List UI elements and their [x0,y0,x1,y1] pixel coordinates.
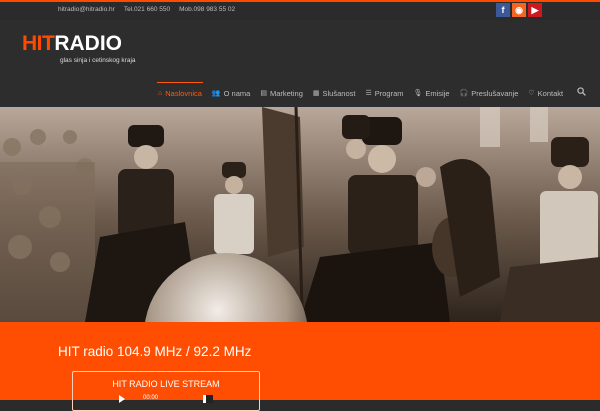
player-title: HIT RADIO LIVE STREAM [112,379,220,389]
nav-label: Kontakt [537,88,564,98]
nav-label: Preslušavanje [471,88,519,98]
youtube-icon[interactable]: ▶ [528,3,542,17]
nav-label: Slušanost [322,88,356,98]
frequency-text: HIT radio 104.9 MHz / 92.2 MHz [58,344,252,359]
users-icon: 👥 [211,90,221,97]
nav-item-program[interactable]: ☰ Program [360,86,408,100]
stream-strip: HIT radio 104.9 MHz / 92.2 MHz HIT RADIO… [0,322,600,411]
headphones-icon: 🎧 [459,90,469,97]
contact-info: hitradio@hitradio.hr Tel.021 660 550 Mob… [58,6,235,13]
logo-radio: RADIO [54,32,122,55]
nav-item-preslusavanje[interactable]: 🎧 Preslušavanje [455,86,524,100]
microphone-icon: 🎙 [413,90,423,97]
social-links: f ◉ ▶ [496,3,542,17]
site-logo[interactable]: HITRADIO glas sinja i cetinskog kraja [22,32,136,64]
facebook-icon[interactable]: f [496,3,510,17]
home-icon: ⌂ [158,89,163,97]
logo-hit: HIT [22,32,55,55]
nav-item-emisije[interactable]: 🎙 Emisije [409,86,455,100]
nav-label: Marketing [269,88,303,98]
nav-item-naslovnica[interactable]: ⌂ Naslovnica [153,82,207,100]
hero-image [0,107,600,322]
nav-item-o-nama[interactable]: 👥 O nama [207,86,255,100]
nav-label: Naslovnica [165,88,202,98]
chart-icon: ▦ [312,90,320,97]
nav-item-kontakt[interactable]: ♡ Kontakt [523,86,568,100]
phone-text: Tel.021 660 550 [123,6,171,13]
heart-icon: ♡ [528,90,535,97]
mobile-text: Mob.098 983 55 02 [179,6,236,13]
main-nav: ⌂ Naslovnica 👥 O nama ▤ Marketing ▦ Slušanos… [153,82,568,100]
list-icon: ☰ [365,90,372,97]
site-header: HITRADIO glas sinja i cetinskog kraja ⌂ N… [0,20,600,107]
nav-item-marketing[interactable]: ▤ Marketing [255,86,308,100]
email-text: hitradio@hitradio.hr [58,6,115,13]
rss-icon[interactable]: ◉ [512,3,526,17]
search-icon[interactable] [577,87,586,96]
logo-tagline: glas sinja i cetinskog kraja [60,57,136,64]
top-bar: hitradio@hitradio.hr Tel.021 660 550 Mob… [0,0,600,20]
nav-label: Emisije [425,88,450,98]
audio-player: HIT RADIO LIVE STREAM 00:00 [72,371,260,411]
briefcase-icon: ▤ [260,90,267,97]
nav-label: Program [374,88,404,98]
nav-label: O nama [223,88,251,98]
hero-photo [0,107,600,322]
nav-item-slusanost[interactable]: ▦ Slušanost [308,86,361,100]
volume-icon[interactable] [203,395,213,403]
play-icon[interactable] [119,395,125,403]
player-time: 00:00 [143,395,159,401]
